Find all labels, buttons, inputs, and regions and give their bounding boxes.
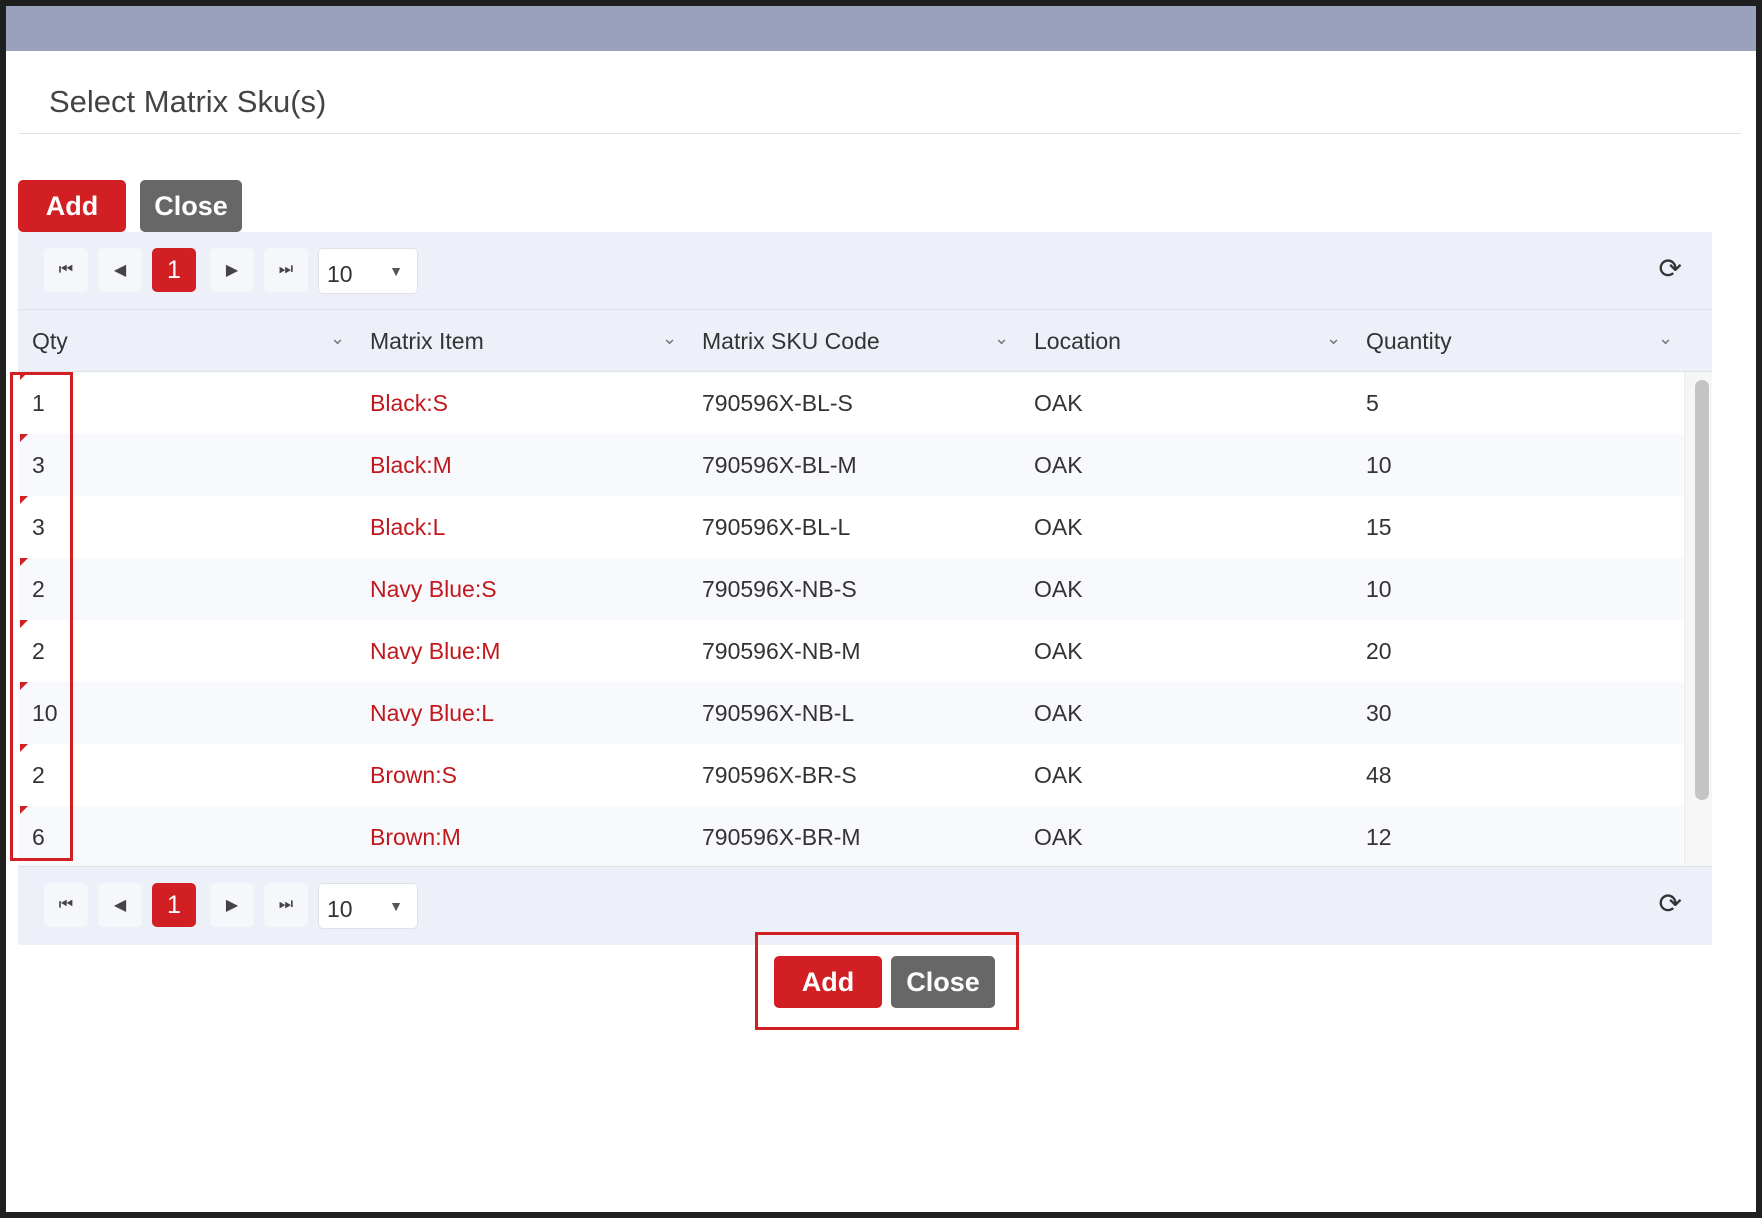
matrix-item-link[interactable]: Black:L xyxy=(370,514,445,541)
add-button-top[interactable]: Add xyxy=(18,180,126,232)
page-size-value: 10 xyxy=(327,261,353,287)
sku-cell: 790596X-NB-S xyxy=(702,576,857,602)
grid-header: Qty ⌄ Matrix Item ⌄ Matrix SKU Code ⌄ Lo… xyxy=(18,309,1712,372)
matrix-item-link[interactable]: Brown:S xyxy=(370,762,457,789)
last-page-icon[interactable]: ⏭ xyxy=(264,883,308,927)
last-page-icon[interactable]: ⏭ xyxy=(264,248,308,292)
prev-page-icon[interactable]: ◀ xyxy=(98,248,142,292)
next-page-icon[interactable]: ▶ xyxy=(210,883,254,927)
location-cell: OAK xyxy=(1034,638,1083,664)
first-page-icon[interactable]: ⏮ xyxy=(44,883,88,927)
column-header-matrix-item[interactable]: Matrix Item xyxy=(370,328,484,355)
chevron-down-icon[interactable]: ⌄ xyxy=(662,328,677,349)
table-row[interactable]: 2 Navy Blue:S 790596X-NB-S OAK 10 xyxy=(18,558,1683,620)
page-size-select[interactable]: 10 ▼ xyxy=(318,248,418,294)
dropdown-arrow-icon: ▼ xyxy=(389,898,403,914)
column-header-quantity[interactable]: Quantity xyxy=(1366,328,1452,355)
quantity-cell: 12 xyxy=(1366,824,1392,850)
quantity-cell: 10 xyxy=(1366,576,1392,602)
column-header-qty[interactable]: Qty xyxy=(32,328,68,355)
dropdown-arrow-icon: ▼ xyxy=(389,263,403,279)
dialog-titlebar[interactable] xyxy=(6,6,1756,51)
dialog-title: Select Matrix Sku(s) xyxy=(49,84,327,119)
sku-cell: 790596X-BL-S xyxy=(702,390,853,416)
matrix-sku-dialog: Select Matrix Sku(s) Add Close ⏮ ◀ 1 ▶ ⏭… xyxy=(6,6,1756,1212)
vertical-scroll-track[interactable] xyxy=(1684,372,1712,866)
table-row[interactable]: 6 Brown:M 790596X-BR-M OAK 12 xyxy=(18,806,1683,866)
pager-top: ⏮ ◀ 1 ▶ ⏭ 10 ▼ ⟳ xyxy=(18,232,1712,310)
sku-cell: 790596X-NB-M xyxy=(702,638,861,664)
quantity-cell: 10 xyxy=(1366,452,1392,478)
first-page-icon[interactable]: ⏮ xyxy=(44,248,88,292)
quantity-cell: 15 xyxy=(1366,514,1392,540)
location-cell: OAK xyxy=(1034,452,1083,478)
chevron-down-icon[interactable]: ⌄ xyxy=(1326,328,1341,349)
table-row[interactable]: 1 Black:S 790596X-BL-S OAK 5 xyxy=(18,372,1683,434)
page-number-button[interactable]: 1 xyxy=(152,248,196,292)
prev-page-icon[interactable]: ◀ xyxy=(98,883,142,927)
table-row[interactable]: 2 Navy Blue:M 790596X-NB-M OAK 20 xyxy=(18,620,1683,682)
refresh-icon[interactable]: ⟳ xyxy=(1659,254,1682,284)
sku-cell: 790596X-BR-M xyxy=(702,824,861,850)
table-row[interactable]: 2 Brown:S 790596X-BR-S OAK 48 xyxy=(18,744,1683,806)
location-cell: OAK xyxy=(1034,576,1083,602)
matrix-item-link[interactable]: Navy Blue:L xyxy=(370,700,494,727)
matrix-item-link[interactable]: Navy Blue:S xyxy=(370,576,497,603)
table-row[interactable]: 3 Black:L 790596X-BL-L OAK 15 xyxy=(18,496,1683,558)
table-row[interactable]: 3 Black:M 790596X-BL-M OAK 10 xyxy=(18,434,1683,496)
quantity-cell: 20 xyxy=(1366,638,1392,664)
title-divider xyxy=(19,133,1741,134)
matrix-item-link[interactable]: Black:M xyxy=(370,452,452,479)
next-page-icon[interactable]: ▶ xyxy=(210,248,254,292)
page-number-button[interactable]: 1 xyxy=(152,883,196,927)
quantity-cell: 48 xyxy=(1366,762,1392,788)
sku-cell: 790596X-BR-S xyxy=(702,762,857,788)
location-cell: OAK xyxy=(1034,514,1083,540)
table-row[interactable]: 10 Navy Blue:L 790596X-NB-L OAK 30 xyxy=(18,682,1683,744)
close-button-top[interactable]: Close xyxy=(140,180,242,232)
sku-cell: 790596X-BL-L xyxy=(702,514,851,540)
chevron-down-icon[interactable]: ⌄ xyxy=(330,328,345,349)
matrix-item-link[interactable]: Navy Blue:M xyxy=(370,638,500,665)
close-button-bottom[interactable]: Close xyxy=(891,956,995,1008)
sku-cell: 790596X-NB-L xyxy=(702,700,855,726)
column-header-location[interactable]: Location xyxy=(1034,328,1121,355)
chevron-down-icon[interactable]: ⌄ xyxy=(1658,328,1673,349)
location-cell: OAK xyxy=(1034,700,1083,726)
page-size-value: 10 xyxy=(327,896,353,922)
grid-body: 1 Black:S 790596X-BL-S OAK 5 3 Black:M 7… xyxy=(18,372,1712,867)
qty-column-highlight xyxy=(10,372,73,861)
location-cell: OAK xyxy=(1034,762,1083,788)
column-header-matrix-sku-code[interactable]: Matrix SKU Code xyxy=(702,328,880,355)
quantity-cell: 30 xyxy=(1366,700,1392,726)
matrix-item-link[interactable]: Black:S xyxy=(370,390,448,417)
vertical-scrollbar[interactable] xyxy=(1695,380,1709,800)
quantity-cell: 5 xyxy=(1366,390,1379,416)
sku-cell: 790596X-BL-M xyxy=(702,452,857,478)
refresh-icon[interactable]: ⟳ xyxy=(1659,889,1682,919)
add-button-bottom[interactable]: Add xyxy=(774,956,882,1008)
location-cell: OAK xyxy=(1034,824,1083,850)
page-size-select[interactable]: 10 ▼ xyxy=(318,883,418,929)
matrix-item-link[interactable]: Brown:M xyxy=(370,824,461,851)
chevron-down-icon[interactable]: ⌄ xyxy=(994,328,1009,349)
location-cell: OAK xyxy=(1034,390,1083,416)
